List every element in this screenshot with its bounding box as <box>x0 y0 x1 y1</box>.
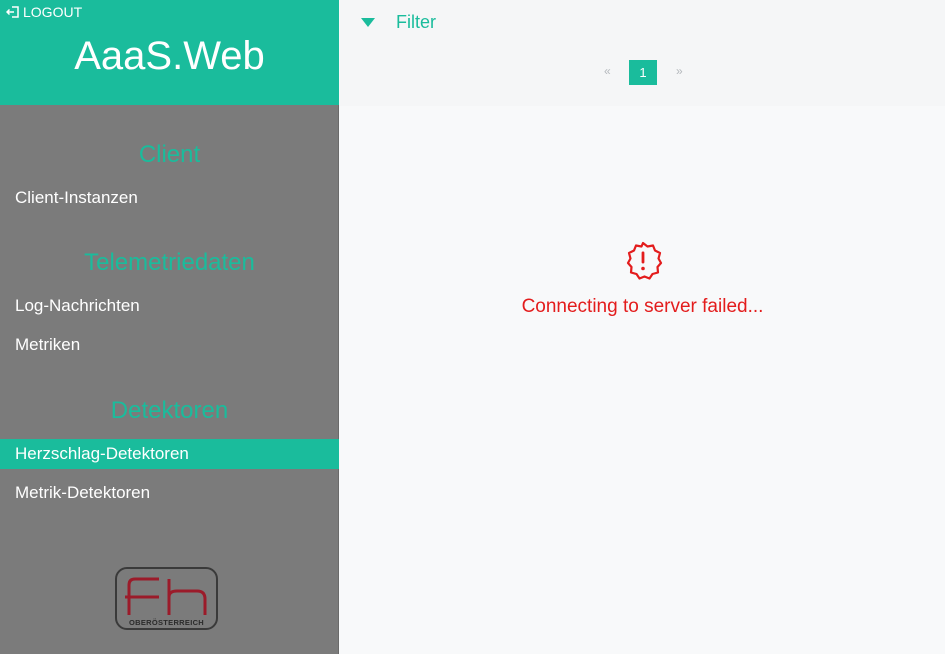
sidebar-item-client-instanzen[interactable]: Client-Instanzen <box>0 183 339 213</box>
fh-logo: OBERÖSTERREICH <box>115 567 218 630</box>
triangle-down-icon <box>361 18 375 27</box>
section-heading-detektoren: Detektoren <box>110 397 229 424</box>
pagination-prev-button[interactable]: « <box>604 64 611 78</box>
section-heading-telemetriedaten: Telemetriedaten <box>84 249 255 276</box>
sidebar-item-metrik-detektoren[interactable]: Metrik-Detektoren <box>0 478 339 508</box>
sidebar-item-herzschlag-detektoren[interactable]: Herzschlag-Detektoren <box>0 439 339 469</box>
error-message: Connecting to server failed... <box>521 296 764 317</box>
fh-logo-mark <box>125 577 207 615</box>
logout-button[interactable]: LOGOUT <box>6 4 82 20</box>
sidebar-item-metriken[interactable]: Metriken <box>0 330 339 360</box>
brand-header: LOGOUT AaaS.Web <box>0 0 339 105</box>
sidebar: LOGOUT AaaS.Web Client Client-Instanzen … <box>0 0 339 654</box>
logout-label: LOGOUT <box>23 4 83 20</box>
logout-icon <box>6 6 19 18</box>
filter-label: Filter <box>396 12 436 32</box>
exclamation-badge-icon <box>626 241 662 280</box>
app-title: AaaS.Web <box>74 34 265 78</box>
section-heading-client: Client <box>138 141 201 168</box>
pagination: « 1 » <box>340 60 945 85</box>
error-state: Connecting to server failed... <box>340 240 945 318</box>
pagination-page-1[interactable]: 1 <box>629 60 657 85</box>
filter-toggle[interactable]: Filter <box>361 12 436 33</box>
pagination-next-button[interactable]: » <box>676 64 683 78</box>
logo-caption: OBERÖSTERREICH <box>128 618 205 627</box>
sidebar-item-log-nachrichten[interactable]: Log-Nachrichten <box>0 291 339 321</box>
filter-bar: Filter <box>340 0 945 106</box>
